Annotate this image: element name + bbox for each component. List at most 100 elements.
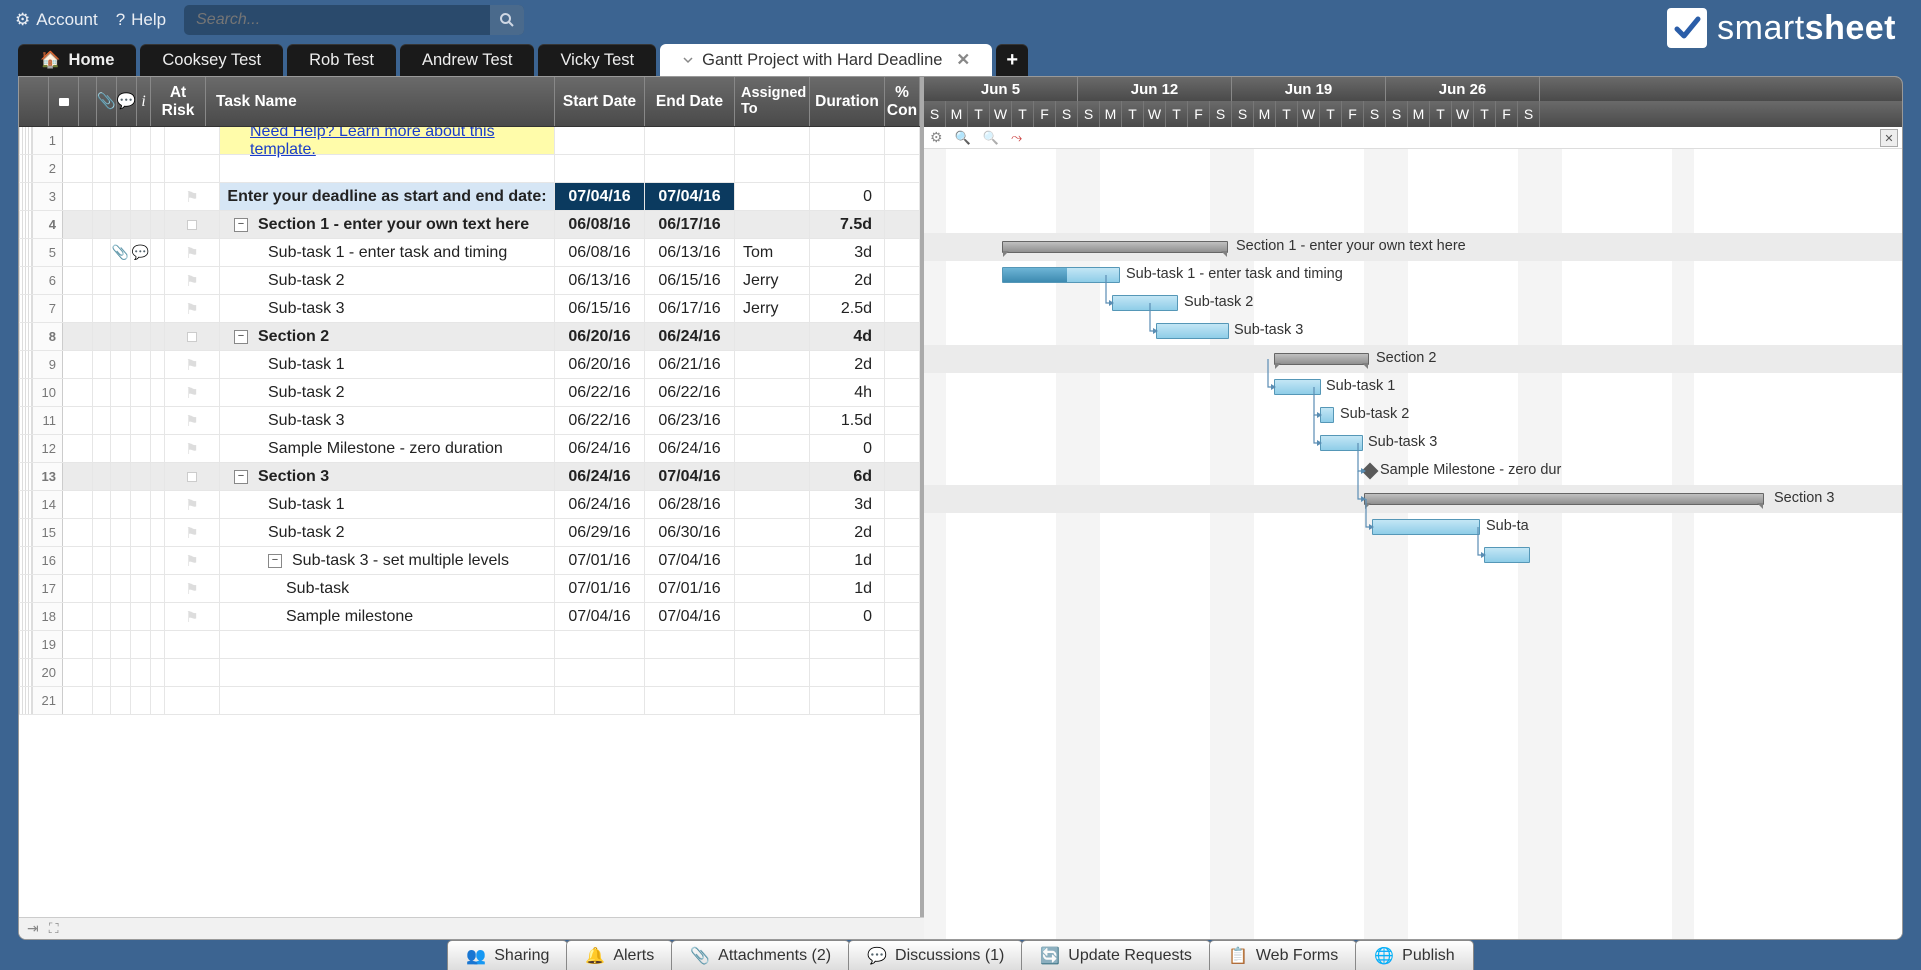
flag-icon[interactable]: ⚑ <box>185 580 198 598</box>
row-handle[interactable] <box>19 323 33 350</box>
start-cell[interactable]: 06/08/16 <box>555 239 645 266</box>
assigned-cell[interactable] <box>735 463 810 490</box>
end-cell[interactable]: 07/04/16 <box>645 183 735 210</box>
expand-toggle-icon[interactable]: − <box>234 470 248 484</box>
row-handle[interactable] <box>19 547 33 574</box>
tab-vicky[interactable]: Vicky Test <box>538 44 656 76</box>
alerts-button[interactable]: 🔔Alerts <box>566 940 673 970</box>
table-row[interactable]: 16⚑−Sub-task 3 - set multiple levels07/0… <box>19 547 920 575</box>
assigned-cell[interactable] <box>735 323 810 350</box>
end-cell[interactable]: 06/22/16 <box>645 379 735 406</box>
row-handle[interactable] <box>19 463 33 490</box>
duration-cell[interactable]: 3d <box>810 491 885 518</box>
duration-cell[interactable]: 4d <box>810 323 885 350</box>
goto-end-icon[interactable]: ⇥ <box>27 920 39 937</box>
complete-cell[interactable] <box>885 491 920 518</box>
comment-cell[interactable] <box>131 687 151 714</box>
row-handle[interactable] <box>19 211 33 238</box>
flag-icon[interactable]: ⚑ <box>185 552 198 570</box>
attach-cell[interactable] <box>111 547 131 574</box>
checkbox-icon[interactable] <box>187 472 197 482</box>
row-number[interactable]: 14 <box>33 491 63 518</box>
risk-cell[interactable]: ⚑ <box>165 407 220 434</box>
end-cell[interactable]: 06/15/16 <box>645 267 735 294</box>
table-row[interactable]: 12⚑Sample Milestone - zero duration06/24… <box>19 435 920 463</box>
row-number[interactable]: 15 <box>33 519 63 546</box>
start-cell[interactable]: 06/20/16 <box>555 351 645 378</box>
gantt-bar[interactable] <box>1484 547 1530 563</box>
attach-cell[interactable] <box>111 267 131 294</box>
risk-cell[interactable]: ⚑ <box>165 435 220 462</box>
attach-cell[interactable] <box>111 631 131 658</box>
duration-cell[interactable]: 6d <box>810 463 885 490</box>
attach-cell[interactable] <box>111 519 131 546</box>
row-handle[interactable] <box>19 379 33 406</box>
gantt-bar[interactable] <box>1156 323 1229 339</box>
risk-cell[interactable]: ⚑ <box>165 183 220 210</box>
col-risk[interactable]: At Risk <box>151 77 206 126</box>
end-cell[interactable] <box>645 687 735 714</box>
task-cell[interactable]: Sub-task 3 <box>220 295 555 322</box>
duration-cell[interactable]: 0 <box>810 435 885 462</box>
row-number[interactable]: 3 <box>33 183 63 210</box>
flag-icon[interactable]: ⚑ <box>185 272 198 290</box>
duration-cell[interactable] <box>810 687 885 714</box>
assigned-cell[interactable] <box>735 379 810 406</box>
risk-cell[interactable]: ⚑ <box>165 575 220 602</box>
complete-cell[interactable] <box>885 155 920 182</box>
start-cell[interactable]: 06/13/16 <box>555 267 645 294</box>
duration-cell[interactable]: 3d <box>810 239 885 266</box>
flag-icon[interactable]: ⚑ <box>185 496 198 514</box>
risk-cell[interactable] <box>165 127 220 154</box>
duration-cell[interactable]: 0 <box>810 603 885 630</box>
gantt-body[interactable]: Section 1 - enter your own text hereSub-… <box>924 149 1902 939</box>
end-cell[interactable]: 07/01/16 <box>645 575 735 602</box>
checkbox-icon[interactable] <box>187 220 197 230</box>
gantt-bar[interactable] <box>1002 241 1228 253</box>
comment-cell[interactable] <box>131 631 151 658</box>
start-cell[interactable]: 06/29/16 <box>555 519 645 546</box>
end-cell[interactable]: 06/23/16 <box>645 407 735 434</box>
risk-cell[interactable]: ⚑ <box>165 351 220 378</box>
start-cell[interactable]: 07/01/16 <box>555 547 645 574</box>
flag-icon[interactable]: ⚑ <box>185 300 198 318</box>
duration-cell[interactable]: 1.5d <box>810 407 885 434</box>
duration-cell[interactable] <box>810 631 885 658</box>
end-cell[interactable]: 06/21/16 <box>645 351 735 378</box>
start-cell[interactable]: 07/01/16 <box>555 575 645 602</box>
task-cell[interactable]: −Section 1 - enter your own text here <box>220 211 555 238</box>
comment-cell[interactable] <box>131 547 151 574</box>
flag-icon[interactable]: ⚑ <box>185 244 198 262</box>
attach-cell[interactable] <box>111 295 131 322</box>
table-row[interactable]: 1Need Help? Learn more about this templa… <box>19 127 920 155</box>
attach-cell[interactable] <box>111 211 131 238</box>
account-link[interactable]: ⚙ Account <box>15 10 98 30</box>
attach-cell[interactable] <box>111 491 131 518</box>
assigned-cell[interactable] <box>735 127 810 154</box>
row-handle[interactable] <box>19 351 33 378</box>
assigned-cell[interactable]: Jerry <box>735 295 810 322</box>
comment-cell[interactable] <box>131 127 151 154</box>
row-number[interactable]: 18 <box>33 603 63 630</box>
attach-cell[interactable] <box>111 603 131 630</box>
end-cell[interactable]: 06/28/16 <box>645 491 735 518</box>
risk-cell[interactable]: ⚑ <box>165 547 220 574</box>
task-cell[interactable] <box>220 687 555 714</box>
task-cell[interactable]: Enter your deadline as start and end dat… <box>220 183 555 210</box>
table-row[interactable]: 13−Section 306/24/1607/04/166d <box>19 463 920 491</box>
start-cell[interactable]: 07/04/16 <box>555 183 645 210</box>
assigned-cell[interactable] <box>735 491 810 518</box>
assigned-cell[interactable] <box>735 603 810 630</box>
tab-cooksey[interactable]: Cooksey Test <box>140 44 283 76</box>
complete-cell[interactable] <box>885 351 920 378</box>
row-number[interactable]: 8 <box>33 323 63 350</box>
task-cell[interactable]: −Section 2 <box>220 323 555 350</box>
assigned-cell[interactable] <box>735 519 810 546</box>
task-cell[interactable]: Sample milestone <box>220 603 555 630</box>
start-cell[interactable] <box>555 659 645 686</box>
row-number[interactable]: 16 <box>33 547 63 574</box>
sharing-button[interactable]: 👥Sharing <box>447 940 568 970</box>
complete-cell[interactable] <box>885 239 920 266</box>
col-complete[interactable]: % Con <box>885 77 920 126</box>
duration-cell[interactable]: 0 <box>810 183 885 210</box>
